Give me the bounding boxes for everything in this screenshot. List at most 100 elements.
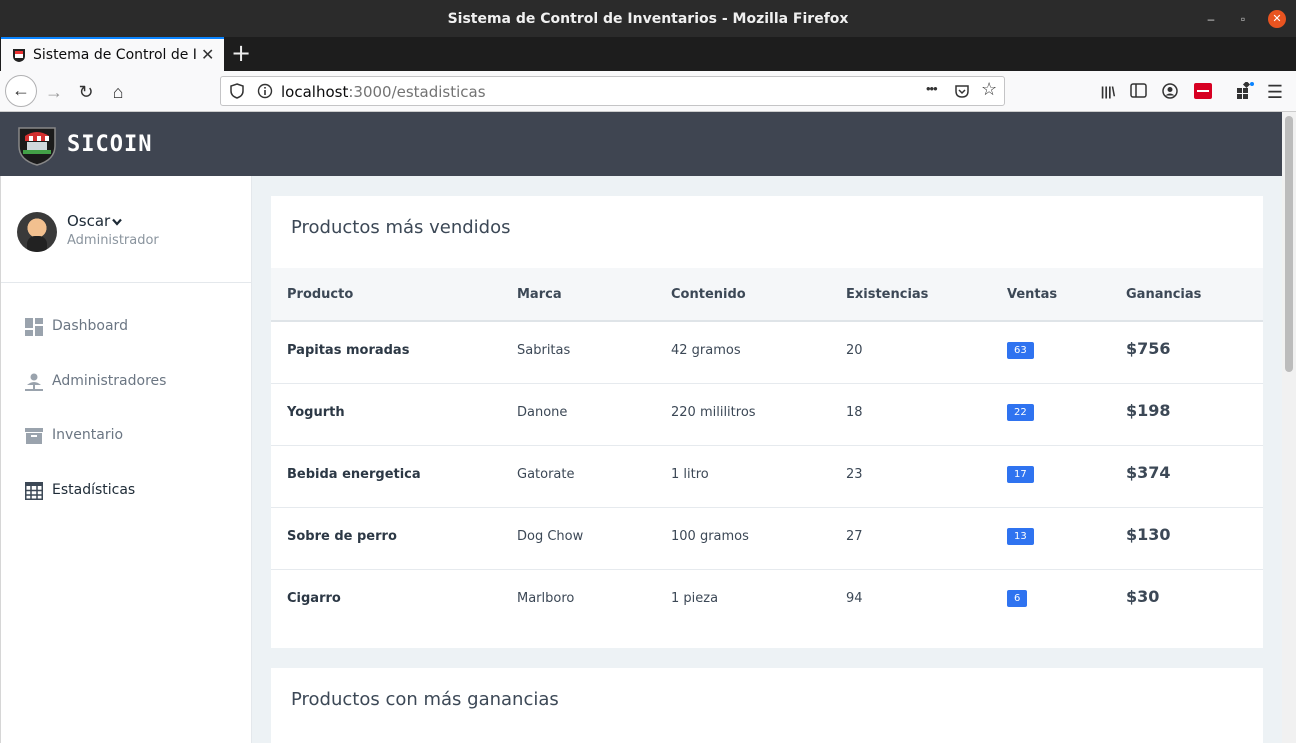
page-scrollbar-thumb[interactable] [1285,116,1293,372]
cell-content: 1 pieza [671,591,719,606]
column-header-contenido: Contenido [671,287,746,302]
maximize-button[interactable]: ▫ [1234,10,1252,28]
column-header-ventas: Ventas [1007,287,1058,302]
back-button[interactable]: ← [5,75,37,107]
cell-stock: 23 [846,467,863,482]
cell-stock: 94 [846,591,863,606]
hamburger-menu-icon[interactable]: ☰ [1264,81,1286,103]
pocket-icon[interactable] [954,83,970,99]
cell-brand: Dog Chow [517,529,584,544]
chevron-down-icon[interactable] [112,218,123,226]
navigation-bar: ← → ↻ ⌂ localhost:3000/estadisticas ••• … [0,71,1296,112]
close-tab-icon[interactable]: ✕ [201,45,214,65]
column-header-ganancias: Ganancias [1126,287,1202,302]
table-icon [25,482,43,500]
forward-button[interactable]: → [43,81,65,103]
reload-button[interactable]: ↻ [75,81,97,103]
new-tab-button[interactable]: + [231,40,251,66]
bookmark-star-icon[interactable]: ☆ [981,79,997,100]
account-icon[interactable] [1162,83,1178,99]
close-window-button[interactable]: ✕ [1268,10,1286,28]
table-row: Sobre de perro Dog Chow 100 gramos 27 13… [271,508,1263,570]
extension-red-icon[interactable] [1194,83,1212,99]
url-host: localhost [281,83,349,101]
sales-badge: 22 [1007,404,1034,421]
tab-label: Sistema de Control de Inventarios [33,47,198,63]
cell-profit: $30 [1126,587,1160,606]
sidebar-item-inventario[interactable]: Inventario [1,415,252,455]
library-icon[interactable]: |||\ [1097,81,1119,103]
user-icon [25,373,43,391]
cell-product: Cigarro [287,591,341,606]
cell-product: Yogurth [287,405,345,420]
window-title: Sistema de Control de Inventarios - Mozi… [447,11,849,27]
cell-profit: $756 [1126,339,1171,358]
url-text[interactable]: localhost:3000/estadisticas [281,83,486,101]
cell-product: Papitas moradas [287,343,410,358]
main-content: Productos más vendidos Producto Marca Co… [252,176,1282,743]
sidebar-item-estadisticas[interactable]: Estadísticas [1,470,252,510]
column-header-existencias: Existencias [846,287,929,302]
cell-stock: 20 [846,343,863,358]
info-icon[interactable] [257,83,273,99]
column-header-producto: Producto [287,287,354,302]
cell-profit: $198 [1126,401,1171,420]
tab-strip: Sistema de Control de Inventarios ✕ + [0,37,1296,71]
table-row: Bebida energetica Gatorate 1 litro 23 17… [271,446,1263,508]
cell-content: 1 litro [671,467,709,482]
sidebar: Oscar Administrador Dashboard Administra… [0,176,252,743]
table-header: Producto Marca Contenido Existencias Ven… [271,268,1263,322]
best-sellers-card: Productos más vendidos Producto Marca Co… [271,196,1263,648]
cell-product: Sobre de perro [287,529,397,544]
cell-brand: Danone [517,405,568,420]
app-header: SICOIN [0,112,1282,176]
cell-brand: Sabritas [517,343,571,358]
window-titlebar: Sistema de Control de Inventarios - Mozi… [0,0,1296,37]
table-row: Yogurth Danone 220 mililitros 18 22 $198 [271,384,1263,446]
sidebar-item-label: Inventario [52,427,124,443]
top-profit-title: Productos con más ganancias [291,689,559,710]
user-profile[interactable]: Oscar Administrador [1,176,252,283]
sidebar-item-administradores[interactable]: Administradores [1,361,252,401]
sidebar-item-label: Dashboard [52,318,128,334]
best-sellers-title: Productos más vendidos [291,217,511,238]
user-role: Administrador [67,233,159,248]
cell-content: 220 mililitros [671,405,756,420]
cell-content: 100 gramos [671,529,749,544]
user-name[interactable]: Oscar [67,212,123,230]
app-brand[interactable]: SICOIN [67,132,152,157]
avatar[interactable] [17,212,57,252]
column-header-marca: Marca [517,287,562,302]
cell-product: Bebida energetica [287,467,421,482]
table-row: Cigarro Marlboro 1 pieza 94 6 $30 [271,570,1263,632]
page-actions-icon[interactable]: ••• [926,81,938,96]
sales-badge: 13 [1007,528,1034,545]
sidebar-item-label: Estadísticas [52,482,136,498]
cell-brand: Gatorate [517,467,575,482]
minimize-button[interactable]: – [1202,10,1220,28]
sales-badge: 17 [1007,466,1034,483]
cell-profit: $374 [1126,463,1171,482]
sales-badge: 63 [1007,342,1034,359]
cell-stock: 18 [846,405,863,420]
cell-profit: $130 [1126,525,1171,544]
shield-icon[interactable] [230,83,244,99]
sidebar-item-dashboard[interactable]: Dashboard [1,306,252,346]
archive-icon [25,428,43,444]
cell-stock: 27 [846,529,863,544]
dashboard-icon [25,318,43,336]
cell-content: 42 gramos [671,343,741,358]
extensions-icon[interactable] [1236,82,1254,100]
sicoin-favicon-icon [13,49,25,62]
browser-tab[interactable]: Sistema de Control de Inventarios ✕ [1,37,224,71]
top-profit-card: Productos con más ganancias [271,668,1263,743]
sidebar-toggle-icon[interactable] [1130,83,1147,98]
cell-brand: Marlboro [517,591,575,606]
sidebar-item-label: Administradores [52,373,167,389]
user-name-text: Oscar [67,212,111,230]
url-bar[interactable]: localhost:3000/estadisticas ••• ☆ [220,76,1005,106]
table-row: Papitas moradas Sabritas 42 gramos 20 63… [271,322,1263,384]
home-button[interactable]: ⌂ [107,81,129,103]
sicoin-logo-icon[interactable] [16,124,58,166]
sales-badge: 6 [1007,590,1028,607]
